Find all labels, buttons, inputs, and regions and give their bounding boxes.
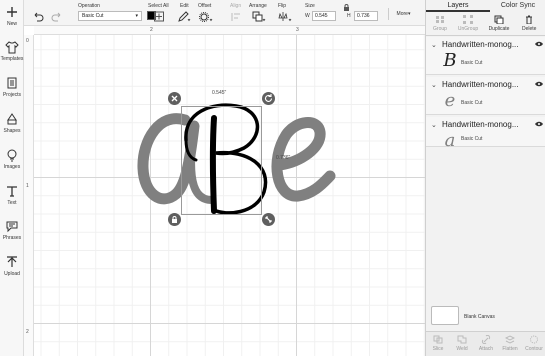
- close-icon: [171, 95, 178, 102]
- layer-name: Handwritten-monog...: [442, 80, 519, 89]
- tab-color-sync[interactable]: Color Sync: [490, 0, 545, 12]
- slice-button[interactable]: Slice: [426, 335, 450, 352]
- panel-tabs: Layers Color Sync: [426, 0, 545, 12]
- eye-icon[interactable]: [535, 121, 543, 127]
- contour-label: Contour: [525, 346, 543, 352]
- duplicate-label: Duplicate: [488, 26, 510, 32]
- height-dimension: 0.736": [276, 155, 291, 161]
- delete-handle[interactable]: [168, 92, 181, 105]
- flatten-label: Flatten: [502, 346, 518, 352]
- bottom-tools: Slice Weld Attach Flatten Contour: [426, 331, 545, 356]
- duplicate-icon: [494, 15, 504, 24]
- slice-icon: [433, 335, 443, 344]
- chevron-down-icon[interactable]: ⌄: [431, 41, 437, 49]
- layer-item[interactable]: ⌄ Handwritten-monog... a Basic Cut: [426, 117, 545, 151]
- layer-thumbnail: a: [444, 130, 456, 151]
- width-dimension: 0.545": [212, 90, 227, 96]
- group-button[interactable]: Group: [426, 15, 454, 32]
- contour-button[interactable]: Contour: [522, 335, 545, 352]
- flatten-icon: [505, 335, 515, 344]
- weld-button[interactable]: Weld: [450, 335, 474, 352]
- selection-box[interactable]: [181, 106, 262, 215]
- layer-item[interactable]: ⌄ Handwritten-monog... e Basic Cut: [426, 77, 545, 115]
- delete-button[interactable]: Delete: [522, 15, 545, 32]
- blank-canvas-swatch[interactable]: [431, 306, 459, 325]
- ungroup-label: UnGroup: [457, 26, 479, 32]
- chevron-down-icon[interactable]: ⌄: [431, 81, 437, 89]
- lock-icon: [172, 216, 177, 223]
- ungroup-icon: [463, 15, 473, 24]
- attach-button[interactable]: Attach: [474, 335, 498, 352]
- weld-icon: [457, 335, 467, 344]
- attach-icon: [481, 335, 491, 344]
- layer-operation: Basic Cut: [461, 100, 483, 106]
- layer-item[interactable]: ⌄ Handwritten-monog... B Basic Cut: [426, 37, 545, 75]
- blank-canvas-label: Blank Canvas: [464, 314, 495, 320]
- eye-icon[interactable]: [535, 41, 543, 47]
- group-label: Group: [433, 26, 447, 32]
- delete-label: Delete: [522, 26, 537, 32]
- chevron-down-icon[interactable]: ⌄: [431, 121, 437, 129]
- ungroup-button[interactable]: UnGroup: [454, 15, 482, 32]
- layer-thumbnail: B: [443, 50, 457, 71]
- layer-operation: Basic Cut: [461, 60, 483, 66]
- rotate-icon: [264, 94, 273, 102]
- tab-layers[interactable]: Layers: [426, 0, 490, 12]
- rotate-handle[interactable]: [262, 92, 275, 105]
- layer-tools: Group UnGroup Duplicate Delete: [426, 12, 545, 36]
- eye-icon[interactable]: [535, 81, 543, 87]
- layer-name: Handwritten-monog...: [442, 40, 519, 49]
- layer-thumbnail: e: [444, 90, 456, 111]
- duplicate-button[interactable]: Duplicate: [482, 15, 516, 32]
- weld-label: Weld: [456, 346, 468, 352]
- resize-handle[interactable]: [262, 213, 275, 226]
- group-icon: [436, 16, 444, 23]
- layer-operation: Basic Cut: [461, 136, 483, 142]
- layer-name: Handwritten-monog...: [442, 120, 519, 129]
- slice-label: Slice: [432, 346, 444, 352]
- attach-label: Attach: [478, 346, 494, 352]
- lock-proportions-handle[interactable]: [168, 213, 181, 226]
- flatten-button[interactable]: Flatten: [498, 335, 522, 352]
- trash-icon: [526, 15, 532, 24]
- resize-arrows-icon: [265, 216, 272, 223]
- contour-icon: [530, 335, 538, 344]
- layers-panel: Layers Color Sync Group UnGroup Duplicat…: [425, 0, 545, 356]
